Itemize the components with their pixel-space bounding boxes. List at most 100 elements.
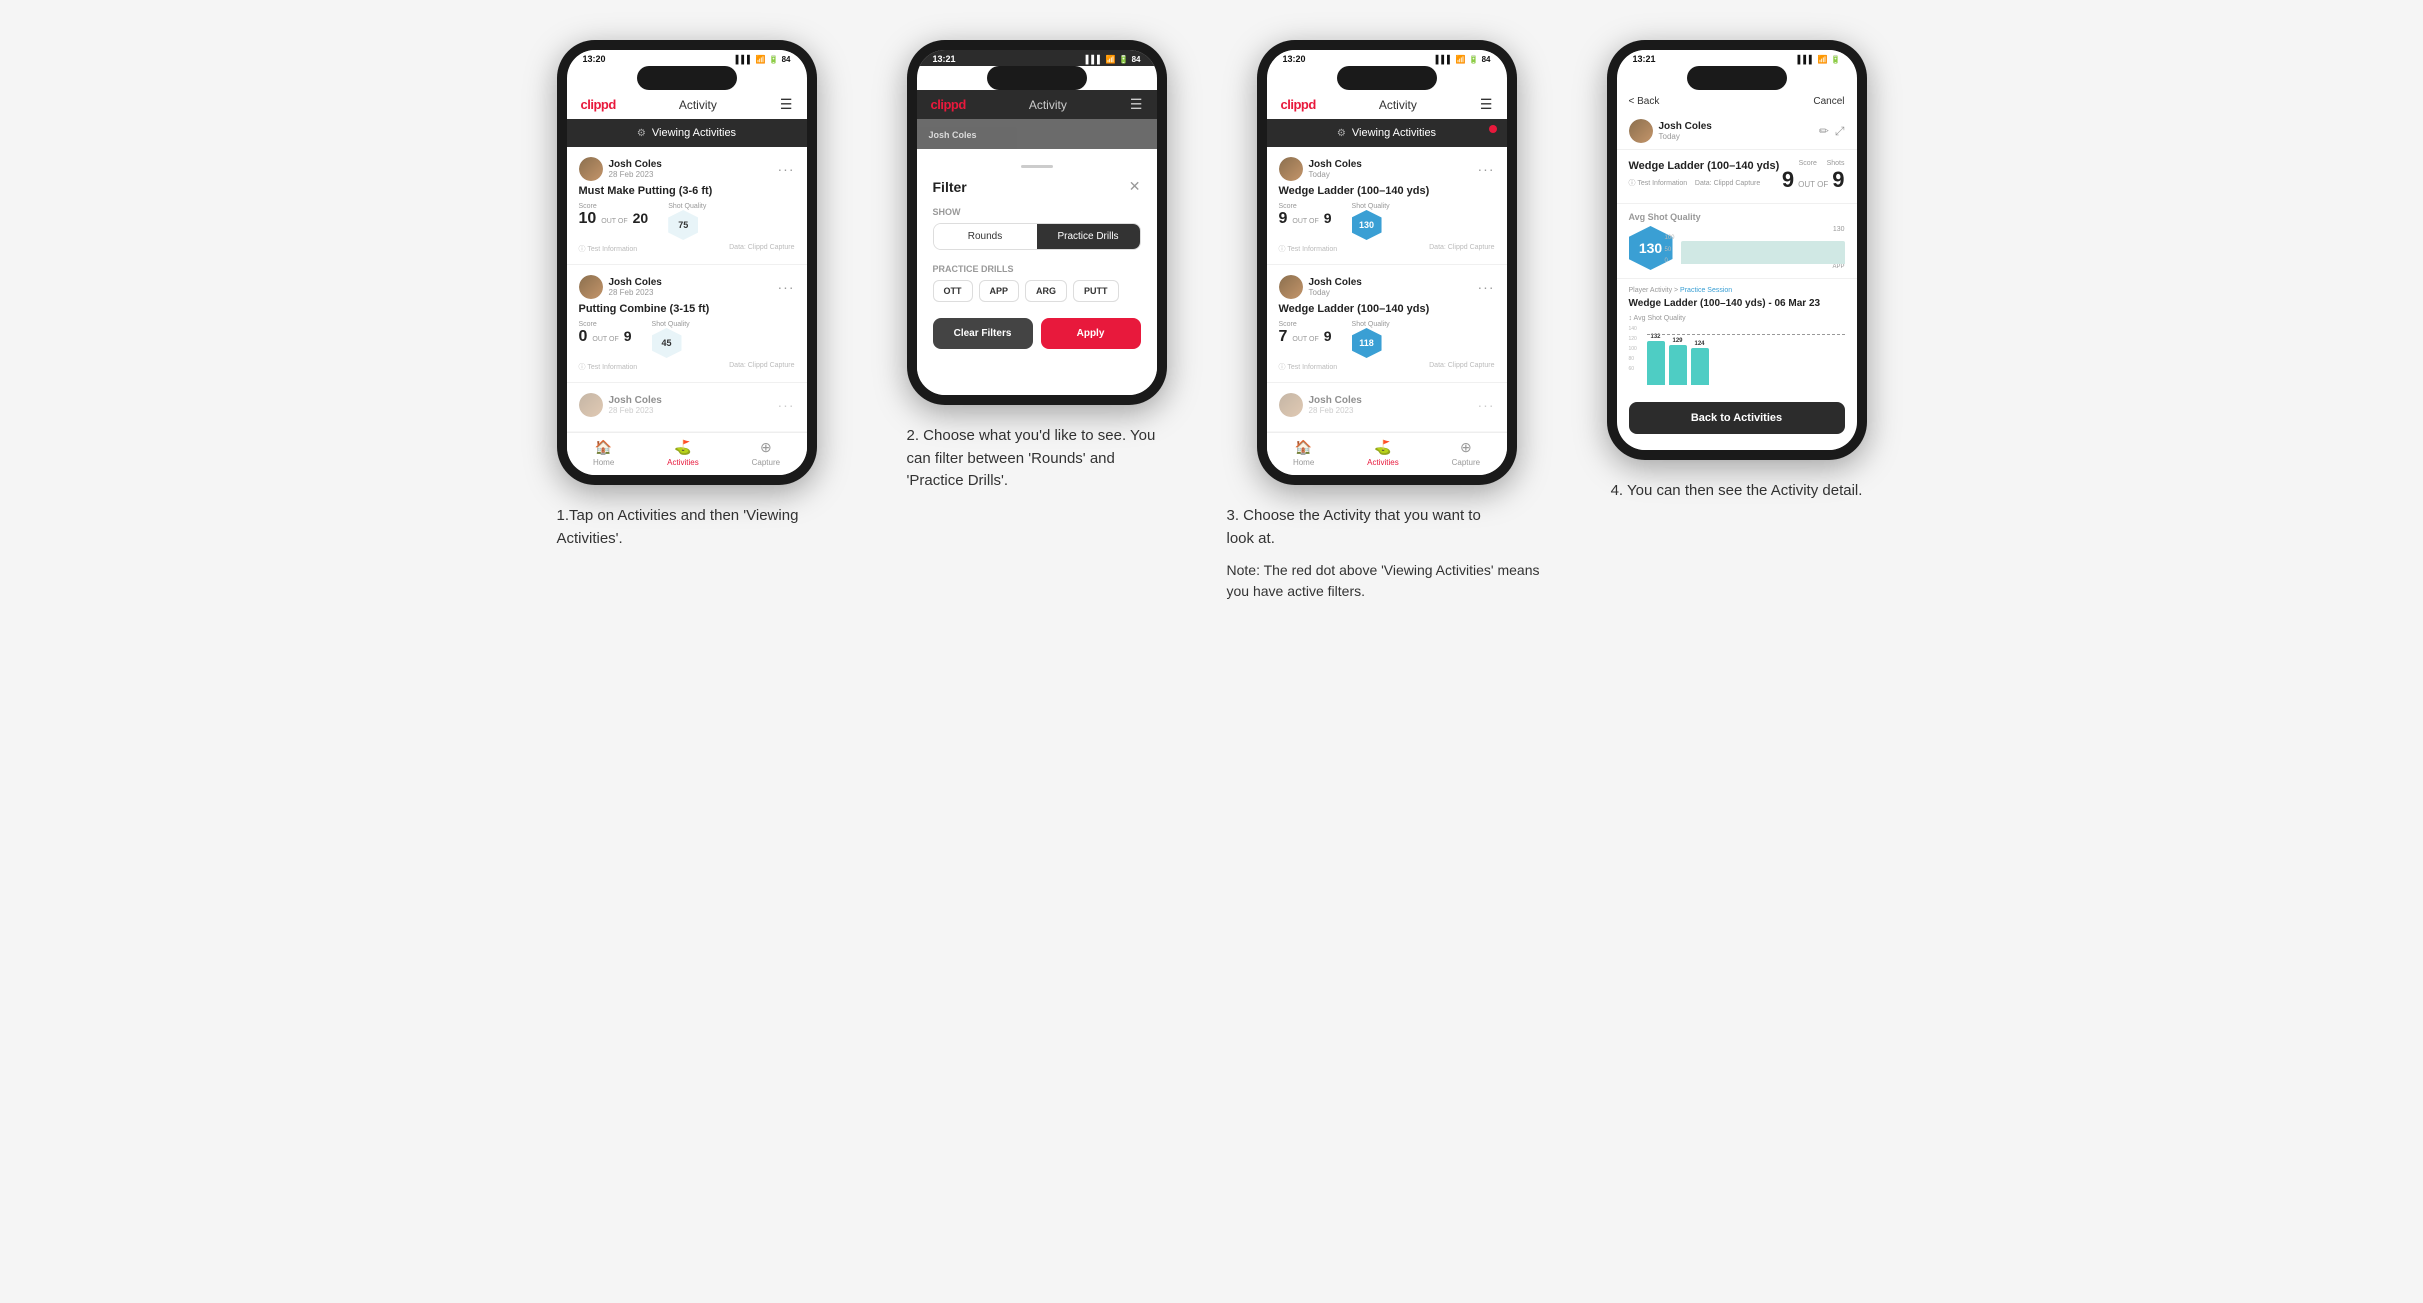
out-of-val-1-2: 9 — [624, 328, 632, 344]
activity-card-1-1[interactable]: Josh Coles 28 Feb 2023 ··· Must Make Put… — [567, 147, 807, 265]
nav-activities-1[interactable]: ⛳ Activities — [667, 439, 699, 467]
practice-tag: Player Activity > Practice Session — [1629, 287, 1845, 294]
battery-2: 🔋 — [1119, 55, 1129, 64]
nav-home-1[interactable]: 🏠 Home — [593, 439, 614, 467]
phone-4: 13:21 ▌▌▌ 📶 🔋 < Back Cancel — [1607, 40, 1867, 460]
data-1-2: Data: Clippd Capture — [729, 362, 794, 372]
battery-val-1: 84 — [782, 55, 791, 64]
apply-button[interactable]: Apply — [1041, 318, 1141, 349]
activities-label-3: Activities — [1367, 458, 1399, 467]
score-label-1-1: Score — [579, 203, 649, 210]
data-3-1: Data: Clippd Capture — [1429, 244, 1494, 254]
tag-arg[interactable]: ARG — [1025, 280, 1067, 302]
caption-1: 1.Tap on Activities and then 'Viewing Ac… — [557, 505, 817, 550]
wifi-3: 📶 — [1456, 55, 1466, 64]
avatar-3-2 — [1279, 275, 1303, 299]
signal-4: ▌▌▌ — [1798, 55, 1815, 64]
show-label: Show — [933, 207, 1141, 217]
back-button[interactable]: < Back — [1629, 96, 1660, 107]
practice-session-link[interactable]: Practice Session — [1680, 287, 1732, 294]
filter-modal: Filter ✕ Show Rounds Practice Drills Pra… — [917, 149, 1157, 365]
banner-text-1: Viewing Activities — [652, 127, 736, 139]
logo-2: clippd — [931, 97, 966, 112]
battery-4: 🔋 — [1831, 55, 1841, 64]
out-of-val-3-2: 9 — [1324, 328, 1332, 344]
activity-card-1-2[interactable]: Josh Coles 28 Feb 2023 ··· Putting Combi… — [567, 265, 807, 383]
battery-3: 🔋 — [1469, 55, 1479, 64]
dots-1-2[interactable]: ··· — [778, 279, 795, 295]
expand-icon[interactable]: ⤢ — [1835, 124, 1845, 139]
bar-col-3: 124 — [1691, 341, 1709, 386]
detail-user-date: Today — [1659, 132, 1712, 141]
caption-3-container: 3. Choose the Activity that you want to … — [1227, 505, 1547, 602]
cancel-button[interactable]: Cancel — [1813, 96, 1844, 107]
rounds-btn[interactable]: Rounds — [934, 224, 1037, 249]
bar-3 — [1691, 348, 1709, 385]
bar-chart: 1401201008060 132 129 — [1629, 326, 1845, 386]
activity-title-3-1: Wedge Ladder (100–140 yds) — [1279, 185, 1495, 197]
detail-user-row: Josh Coles Today ✏ ⤢ — [1617, 113, 1857, 150]
menu-icon-3[interactable]: ☰ — [1480, 96, 1493, 113]
bottom-spacer-2 — [917, 365, 1157, 395]
user-date-1-2: 28 Feb 2023 — [609, 288, 662, 297]
time-4: 13:21 — [1633, 54, 1656, 64]
detail-score-block: Wedge Ladder (100–140 yds) ⓘ Test Inform… — [1617, 150, 1857, 204]
capture-label-3: Capture — [1452, 458, 1480, 467]
practice-drills-btn[interactable]: Practice Drills — [1037, 224, 1140, 249]
practice-subtitle: ↕ Avg Shot Quality — [1629, 315, 1845, 322]
nav-home-3[interactable]: 🏠 Home — [1293, 439, 1314, 467]
tag-ott[interactable]: OTT — [933, 280, 973, 302]
avatar-3-3 — [1279, 393, 1303, 417]
notch-3 — [1337, 66, 1437, 90]
app-nav-2: clippd Activity ☰ — [917, 90, 1157, 119]
avatar-1-1 — [579, 157, 603, 181]
clear-filters-button[interactable]: Clear Filters — [933, 318, 1033, 349]
back-to-activities-btn[interactable]: Back to Activities — [1629, 402, 1845, 434]
status-bar-3: 13:20 ▌▌▌ 📶 🔋 84 — [1267, 50, 1507, 66]
activity-banner-3[interactable]: ⚙ Viewing Activities — [1267, 119, 1507, 147]
step-3-column: 13:20 ▌▌▌ 📶 🔋 84 clippd Activity ☰ — [1227, 40, 1547, 602]
close-icon[interactable]: ✕ — [1129, 178, 1141, 195]
phone-3: 13:20 ▌▌▌ 📶 🔋 84 clippd Activity ☰ — [1257, 40, 1517, 485]
score-label-1-2: Score — [579, 321, 632, 328]
step-4-column: 13:21 ▌▌▌ 📶 🔋 < Back Cancel — [1577, 40, 1897, 602]
edit-icon[interactable]: ✏ — [1819, 124, 1829, 139]
dots-3-1[interactable]: ··· — [1478, 161, 1495, 177]
user-date-3-1: Today — [1309, 170, 1362, 179]
bar-1 — [1647, 341, 1665, 385]
avg-sq-title: Avg Shot Quality — [1629, 212, 1845, 222]
activity-banner-1[interactable]: ⚙ Viewing Activities — [567, 119, 807, 147]
time-1: 13:20 — [583, 54, 606, 64]
user-name-1-1: Josh Coles — [609, 159, 662, 170]
menu-icon-1[interactable]: ☰ — [780, 96, 793, 113]
quality-badge-1-2: 45 — [652, 328, 682, 358]
activity-card-3-3: Josh Coles 28 Feb 2023 ··· — [1267, 383, 1507, 432]
menu-icon-2[interactable]: ☰ — [1130, 96, 1143, 113]
nav-capture-1[interactable]: ⊕ Capture — [752, 439, 780, 467]
activity-card-3-2[interactable]: Josh Coles Today ··· Wedge Ladder (100–1… — [1267, 265, 1507, 383]
dots-1-1[interactable]: ··· — [778, 161, 795, 177]
tag-putt[interactable]: PUTT — [1073, 280, 1119, 302]
banner-icon-1: ⚙ — [637, 128, 646, 139]
avatar-3-1 — [1279, 157, 1303, 181]
user-name-1-2: Josh Coles — [609, 277, 662, 288]
activity-title-1-1: Must Make Putting (3-6 ft) — [579, 185, 795, 197]
quality-badge-3-1: 130 — [1352, 210, 1382, 240]
bar-col-1: 132 — [1647, 334, 1665, 386]
dots-3-2[interactable]: ··· — [1478, 279, 1495, 295]
info-1-2: ⓘ Test Information — [579, 362, 638, 372]
tag-group: OTT APP ARG PUTT — [933, 280, 1141, 302]
activity-card-3-1[interactable]: Josh Coles Today ··· Wedge Ladder (100–1… — [1267, 147, 1507, 265]
step-2-column: 13:21 ▌▌▌ 📶 🔋 84 clippd Activity ☰ — [877, 40, 1197, 602]
capture-label-1: Capture — [752, 458, 780, 467]
nav-capture-3[interactable]: ⊕ Capture — [1452, 439, 1480, 467]
card-footer-1-1: ⓘ Test Information Data: Clippd Capture — [579, 244, 795, 254]
nav-activities-3[interactable]: ⛳ Activities — [1367, 439, 1399, 467]
user-name-3-1: Josh Coles — [1309, 159, 1362, 170]
mini-bar — [1681, 241, 1845, 264]
signal-1: ▌▌▌ — [736, 55, 753, 64]
tag-app[interactable]: APP — [979, 280, 1020, 302]
card-footer-3-2: ⓘ Test Information Data: Clippd Capture — [1279, 362, 1495, 372]
practice-section: Player Activity > Practice Session Wedge… — [1617, 279, 1857, 394]
info-1-1: ⓘ Test Information — [579, 244, 638, 254]
